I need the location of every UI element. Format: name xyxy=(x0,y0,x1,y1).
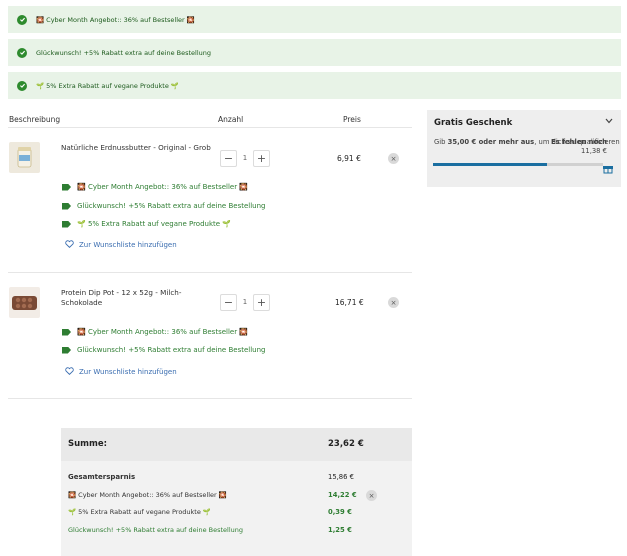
item-promo-text: 🌱 5% Extra Rabatt auf vegane Produkte 🌱 xyxy=(77,220,232,228)
discount-value: 14,22 € xyxy=(328,491,357,499)
column-header-description: Beschreibung xyxy=(9,115,61,124)
gift-remaining: Es fehlen noch 11,38 € xyxy=(551,138,607,156)
promo-banner-congrats: Glückwunsch! +5% Rabatt extra auf deine … xyxy=(8,39,621,66)
add-to-wishlist-link[interactable]: Zur Wunschliste hinzufügen xyxy=(65,367,177,377)
discount-label: Glückwunsch! +5% Rabatt extra auf deine … xyxy=(68,526,244,534)
remove-item-icon[interactable]: × xyxy=(388,297,399,308)
gift-title: Gratis Geschenk xyxy=(434,118,513,128)
discount-label: 🌱 5% Extra Rabatt auf vegane Produkte 🌱 xyxy=(68,508,212,516)
product-name[interactable]: Protein Dip Pot - 12 x 52g - Milch-Schok… xyxy=(61,288,191,308)
savings-value: 15,86 € xyxy=(328,473,354,481)
column-header-quantity: Anzahl xyxy=(218,115,244,124)
product-image-protein-dip-pot[interactable] xyxy=(9,287,40,318)
gift-remaining-label: Es fehlen noch xyxy=(551,138,607,146)
banner-text: Glückwunsch! +5% Rabatt extra auf deine … xyxy=(36,48,212,57)
heart-icon xyxy=(65,240,74,250)
item-promo-text: 🎇 Cyber Month Angebot:: 36% auf Bestsell… xyxy=(77,328,249,336)
heart-icon xyxy=(65,367,74,377)
discount-value: 0,39 € xyxy=(328,508,352,516)
tag-icon xyxy=(62,346,71,354)
remove-discount-icon[interactable]: × xyxy=(366,490,377,501)
tag-icon xyxy=(62,328,71,336)
item-promo: 🎇 Cyber Month Angebot:: 36% auf Bestsell… xyxy=(62,183,248,191)
banner-text: 🌱 5% Extra Rabatt auf vegane Produkte 🌱 xyxy=(36,81,180,90)
quantity-decrease-button[interactable]: − xyxy=(220,294,237,311)
wishlist-label[interactable]: Zur Wunschliste hinzufügen xyxy=(79,368,177,376)
quantity-value[interactable]: 1 xyxy=(239,154,251,162)
quantity-increase-button[interactable]: + xyxy=(253,150,270,167)
tag-icon xyxy=(62,183,71,191)
savings-label: Gesamtersparnis xyxy=(68,473,136,481)
divider xyxy=(8,127,412,128)
free-gift-panel[interactable]: Gratis Geschenk Gib 35,00 € oder mehr au… xyxy=(427,110,621,187)
chevron-down-icon[interactable] xyxy=(605,117,613,126)
promo-banner-vegan: 🌱 5% Extra Rabatt auf vegane Produkte 🌱 xyxy=(8,72,621,99)
gift-icon xyxy=(603,159,613,174)
quantity-decrease-button[interactable]: − xyxy=(220,150,237,167)
product-name[interactable]: Natürliche Erdnussbutter - Original - Gr… xyxy=(61,143,221,153)
wishlist-label[interactable]: Zur Wunschliste hinzufügen xyxy=(79,241,177,249)
item-price: 6,91 € xyxy=(337,154,361,163)
item-promo-text: 🎇 Cyber Month Angebot:: 36% auf Bestsell… xyxy=(77,183,249,191)
discount-label: 🎇 Cyber Month Angebot:: 36% auf Bestsell… xyxy=(68,491,227,499)
product-image-peanut-butter[interactable] xyxy=(9,142,40,173)
check-circle-icon xyxy=(17,14,27,25)
item-price: 16,71 € xyxy=(335,298,364,307)
check-circle-icon xyxy=(17,80,27,91)
check-circle-icon xyxy=(17,47,27,58)
order-summary: Summe: 23,62 € Gesamtersparnis 15,86 € 🎇… xyxy=(61,428,412,556)
discount-value: 1,25 € xyxy=(328,526,352,534)
add-to-wishlist-link[interactable]: Zur Wunschliste hinzufügen xyxy=(65,240,177,250)
gift-progress-fill xyxy=(433,163,547,166)
column-header-price: Preis xyxy=(343,115,361,124)
item-promo-text: Glückwunsch! +5% Rabatt extra auf deine … xyxy=(77,346,266,354)
tag-icon xyxy=(62,202,71,210)
item-promo: 🌱 5% Extra Rabatt auf vegane Produkte 🌱 xyxy=(62,220,231,228)
remove-item-icon[interactable]: × xyxy=(388,153,399,164)
total-value: 23,62 € xyxy=(328,439,364,449)
divider xyxy=(8,272,412,273)
quantity-value[interactable]: 1 xyxy=(239,298,251,306)
item-promo: Glückwunsch! +5% Rabatt extra auf deine … xyxy=(62,346,265,354)
item-promo: Glückwunsch! +5% Rabatt extra auf deine … xyxy=(62,202,265,210)
item-promo-text: Glückwunsch! +5% Rabatt extra auf deine … xyxy=(77,202,266,210)
promo-banner-cyber-month: 🎇 Cyber Month Angebot:: 36% auf Bestsell… xyxy=(8,6,621,33)
quantity-increase-button[interactable]: + xyxy=(253,294,270,311)
gift-remaining-value: 11,38 € xyxy=(581,147,607,155)
total-label: Summe: xyxy=(68,439,108,449)
item-promo: 🎇 Cyber Month Angebot:: 36% auf Bestsell… xyxy=(62,328,248,336)
banner-text: 🎇 Cyber Month Angebot:: 36% auf Bestsell… xyxy=(36,15,195,24)
gift-progress-bar xyxy=(433,163,603,166)
summary-total-row: Summe: 23,62 € xyxy=(61,428,412,461)
tag-icon xyxy=(62,220,71,228)
divider xyxy=(8,398,412,399)
